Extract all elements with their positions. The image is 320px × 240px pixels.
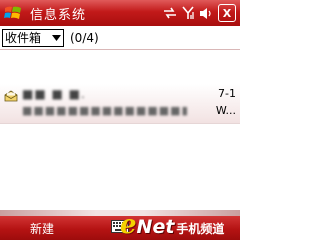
title-bar: 信息系统 X (0, 0, 240, 26)
message-count: (0/4) (70, 30, 99, 45)
keyboard-icon[interactable] (111, 220, 129, 234)
sync-arrows-icon[interactable] (163, 7, 177, 19)
folder-selected-label: 收件箱 (5, 31, 42, 45)
folder-bar: 收件箱 (0/4) (0, 26, 240, 50)
folder-dropdown[interactable]: 收件箱 (2, 28, 64, 47)
message-sender: ■■ ■ ■. (22, 87, 86, 101)
status-icons: X (163, 4, 240, 22)
dropdown-arrow-icon (49, 30, 63, 46)
softkey-bar: 新建 (0, 216, 240, 240)
message-date: 7-1 (218, 87, 236, 100)
speaker-icon[interactable] (199, 7, 213, 20)
new-button[interactable]: 新建 (0, 220, 84, 237)
list-item[interactable]: ■■ ■ ■. 7-1 ■■■■■■■■■■■■■■■■■■■■■■ W... (0, 84, 240, 124)
close-button[interactable]: X (218, 4, 236, 22)
windows-start-icon[interactable] (0, 0, 26, 26)
close-icon: X (222, 6, 232, 20)
message-list: ■■ ■ ■. 7-1 ■■■■■■■■■■■■■■■■■■■■■■ W... (0, 51, 240, 216)
read-envelope-icon (4, 90, 18, 102)
signal-icon[interactable] (182, 6, 194, 20)
message-preview: ■■■■■■■■■■■■■■■■■■■■■■ (22, 104, 187, 117)
page-title: 信息系统 (30, 7, 87, 23)
message-preview-tail: W... (215, 104, 236, 117)
